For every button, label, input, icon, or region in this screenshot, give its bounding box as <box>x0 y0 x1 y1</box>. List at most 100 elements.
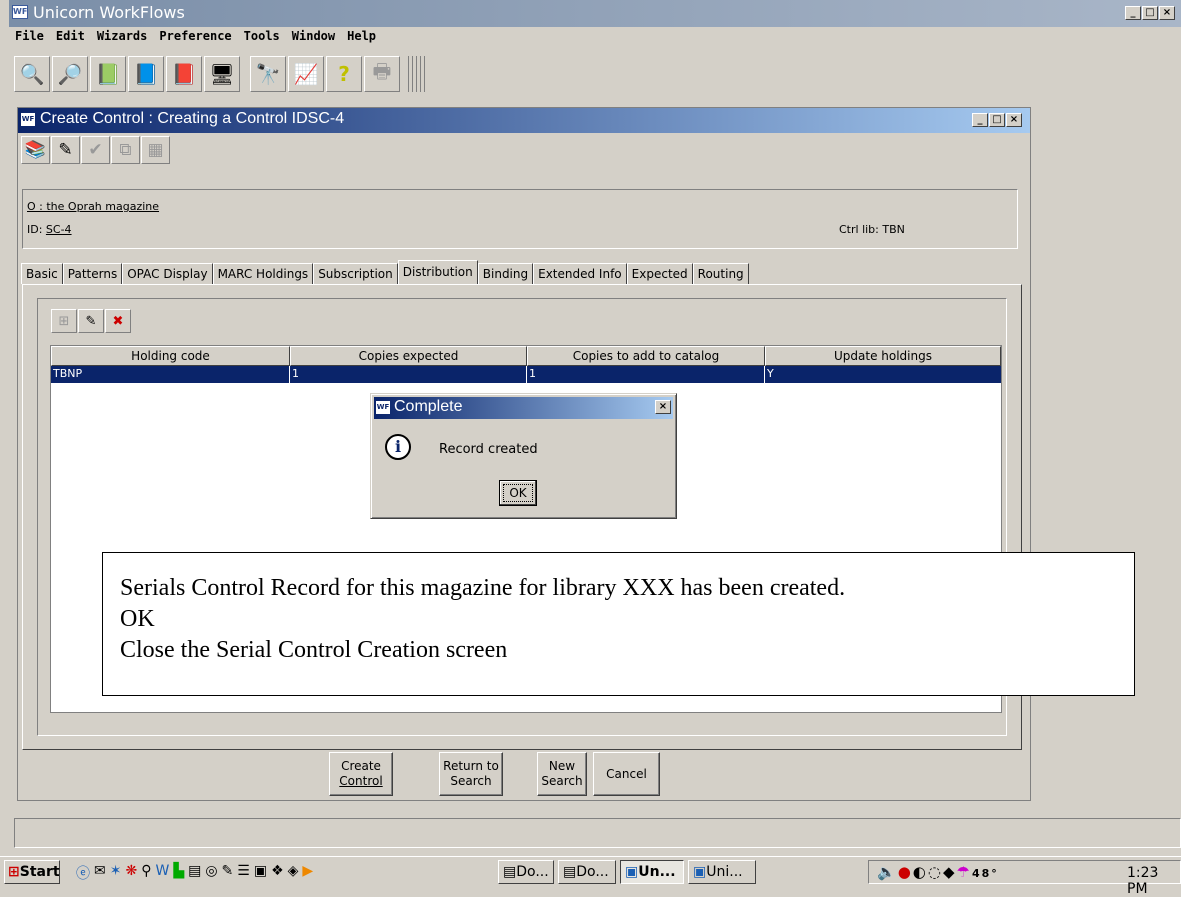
workflows-logo-icon: ▣ <box>625 864 639 880</box>
doc-icon[interactable]: ☰ <box>237 863 250 883</box>
tab-routing[interactable]: Routing <box>692 263 749 284</box>
network-icon[interactable]: ◐ <box>913 863 928 881</box>
maximize-icon[interactable]: □ <box>989 113 1005 127</box>
clock[interactable]: 1:23 PM <box>1127 865 1180 897</box>
tool-icon[interactable]: ✎ <box>222 863 234 883</box>
monitor-icon[interactable]: ▣ <box>254 863 267 883</box>
close-icon[interactable]: × <box>655 400 671 414</box>
display-icon[interactable]: 🖥 <box>204 56 240 92</box>
books-icon[interactable]: 📚 <box>21 136 50 164</box>
spy-glass-icon[interactable]: 🔭 <box>250 56 286 92</box>
calculator-icon[interactable]: ▤ <box>188 863 201 883</box>
status-bar <box>14 818 1181 848</box>
edit-row-icon[interactable]: ✎ <box>78 309 104 333</box>
delete-row-icon[interactable]: ✖ <box>105 309 131 333</box>
duplicate-icon[interactable]: ▦ <box>141 136 170 164</box>
toolbar-grip <box>408 56 428 92</box>
workflows-logo-icon: ▣ <box>693 864 707 880</box>
ctrl-lib: Ctrl lib: TBN <box>839 223 905 236</box>
word-doc-icon: ▤ <box>503 864 517 880</box>
add-row-icon[interactable]: ⊞ <box>51 309 77 333</box>
record-id: ID: SC-4 <box>27 223 72 236</box>
volume-icon[interactable]: 🔈 <box>877 863 898 881</box>
wizard-edit-icon[interactable]: 📘 <box>128 56 164 92</box>
grid-toolbar: ⊞ ✎ ✖ <box>51 309 131 333</box>
app-title: Unicorn WorkFlows <box>33 3 185 22</box>
menu-edit[interactable]: Edit <box>50 27 91 45</box>
tab-subscription[interactable]: Subscription <box>313 263 398 284</box>
close-icon[interactable]: × <box>1159 6 1175 20</box>
id-label: ID: <box>27 223 46 236</box>
taskbar-item-document-1[interactable]: ▤Do... <box>498 860 554 884</box>
ie-icon[interactable]: ⓔ <box>76 863 90 883</box>
word-icon[interactable]: W <box>155 863 169 883</box>
maximize-icon[interactable]: □ <box>1142 6 1158 20</box>
return-to-search-button[interactable]: Return to Search <box>439 752 503 796</box>
media-icon[interactable]: ▶ <box>302 863 313 883</box>
start-label: Start <box>19 864 60 880</box>
instruction-annotation: Serials Control Record for this magazine… <box>102 552 1135 696</box>
taskbar-item-unicorn-active[interactable]: ▣Un... <box>620 860 684 884</box>
column-copies-to-add[interactable]: Copies to add to catalog <box>527 346 765 366</box>
wizard-search-icon[interactable]: 🔍 <box>14 56 50 92</box>
globe-icon[interactable]: ◎ <box>205 863 217 883</box>
copy-icon[interactable]: ⧉ <box>111 136 140 164</box>
app-icon[interactable]: ❋ <box>125 863 137 883</box>
antivirus-icon[interactable]: ● <box>898 863 913 881</box>
wizard-find-icon[interactable]: 🔎 <box>52 56 88 92</box>
minimize-icon[interactable]: _ <box>1125 6 1141 20</box>
tab-extended-info[interactable]: Extended Info <box>533 263 627 284</box>
tab-basic[interactable]: Basic <box>21 263 63 284</box>
minimize-icon[interactable]: _ <box>972 113 988 127</box>
checkmark-icon[interactable]: ✔ <box>81 136 110 164</box>
tab-opac-display[interactable]: OPAC Display <box>122 263 213 284</box>
dog-icon[interactable]: ❖ <box>271 863 284 883</box>
menu-preference[interactable]: Preference <box>153 27 237 45</box>
table-row[interactable]: TBNP 1 1 Y <box>51 366 1001 383</box>
create-control-button[interactable]: Create Control <box>329 752 393 796</box>
help-icon[interactable]: ? <box>326 56 362 92</box>
tab-binding[interactable]: Binding <box>477 263 534 284</box>
new-search-button[interactable]: New Search <box>537 752 587 796</box>
update-icon[interactable]: ◌ <box>928 863 943 881</box>
menu-file[interactable]: File <box>9 27 50 45</box>
taskbar-item-unicorn[interactable]: ▣Uni... <box>688 860 756 884</box>
cancel-button[interactable]: Cancel <box>593 752 660 796</box>
column-holding-code[interactable]: Holding code <box>51 346 290 366</box>
wizard-add-icon[interactable]: 📗 <box>90 56 126 92</box>
search-icon[interactable]: ⚲ <box>141 863 151 883</box>
tab-marc-holdings[interactable]: MARC Holdings <box>212 263 314 284</box>
weather-icon[interactable]: ☂ <box>957 863 972 881</box>
complete-dialog: WF Complete × i Record created OK <box>370 393 677 519</box>
word-doc-icon: ▤ <box>563 864 577 880</box>
column-update-holdings[interactable]: Update holdings <box>765 346 1001 366</box>
menu-bar: File Edit Wizards Preference Tools Window Help <box>9 27 1181 47</box>
shield-icon[interactable]: ◆ <box>943 863 957 881</box>
cell-copies-expected: 1 <box>290 366 527 383</box>
id-value: SC-4 <box>45 223 72 236</box>
start-button[interactable]: ⊞Start <box>4 860 60 884</box>
chart-icon[interactable]: ▙ <box>173 863 184 883</box>
chart-icon[interactable]: 📈 <box>288 56 324 92</box>
menu-tools[interactable]: Tools <box>238 27 286 45</box>
child-toolbar: 📚 ✎ ✔ ⧉ ▦ <box>21 136 170 164</box>
menu-wizards[interactable]: Wizards <box>91 27 154 45</box>
tab-patterns[interactable]: Patterns <box>62 263 123 284</box>
email-icon[interactable]: ✉ <box>94 863 106 883</box>
ok-button[interactable]: OK <box>499 480 537 506</box>
menu-help[interactable]: Help <box>341 27 382 45</box>
menu-window[interactable]: Window <box>286 27 341 45</box>
main-toolbar: 🔍 🔎 📗 📘 📕 🖥 🔭 📈 ? 🖶 <box>14 52 428 96</box>
diamond-icon[interactable]: ◈ <box>288 863 299 883</box>
close-icon[interactable]: × <box>1006 113 1022 127</box>
record-title: O : the Oprah magazine <box>27 200 160 213</box>
wizard-remove-icon[interactable]: 📕 <box>166 56 202 92</box>
checkmark-edit-icon[interactable]: ✎ <box>51 136 80 164</box>
print-icon[interactable]: 🖶 <box>364 56 400 92</box>
star-icon[interactable]: ✶ <box>110 863 122 883</box>
return-line1: Return to <box>443 759 499 773</box>
tab-expected[interactable]: Expected <box>626 263 693 284</box>
taskbar-item-document-2[interactable]: ▤Do... <box>558 860 616 884</box>
column-copies-expected[interactable]: Copies expected <box>290 346 527 366</box>
tab-distribution[interactable]: Distribution <box>397 260 478 284</box>
